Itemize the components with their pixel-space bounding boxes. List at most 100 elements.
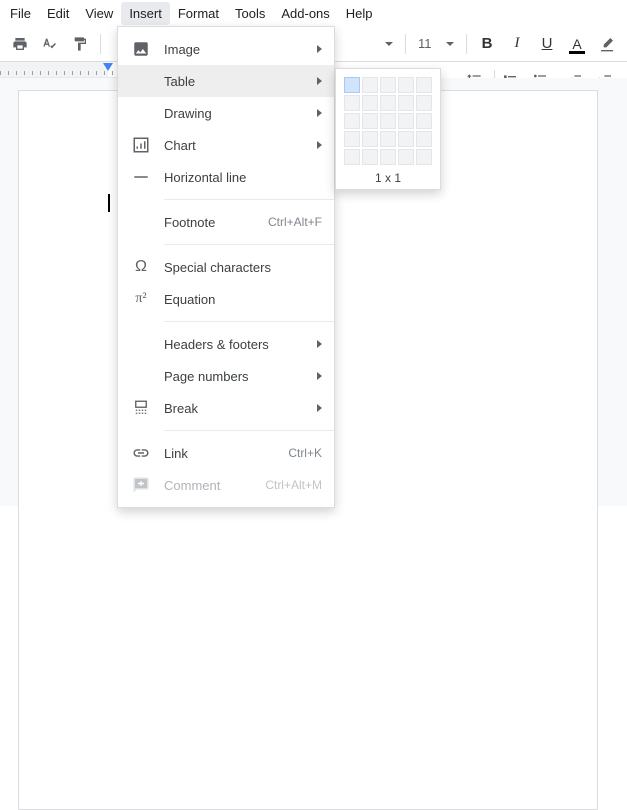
menu-item-label: Chart (164, 138, 317, 153)
menu-item-shortcut: Ctrl+Alt+M (265, 478, 322, 492)
submenu-arrow-icon (317, 372, 322, 380)
insert-menu-dropdown: Image Table Drawing Chart Horizontal lin… (117, 26, 335, 508)
table-grid-cell[interactable] (380, 149, 396, 165)
insert-page-numbers[interactable]: Page numbers (118, 360, 334, 392)
toolbar-separator (100, 34, 101, 54)
table-grid-cell[interactable] (362, 113, 378, 129)
table-grid-cell[interactable] (398, 77, 414, 93)
insert-break[interactable]: Break (118, 392, 334, 424)
insert-table[interactable]: Table (118, 65, 334, 97)
submenu-arrow-icon (317, 340, 322, 348)
submenu-arrow-icon (317, 45, 322, 53)
menu-view[interactable]: View (77, 2, 121, 25)
bold-button[interactable]: B (473, 30, 501, 58)
table-grid-cell[interactable] (416, 95, 432, 111)
menu-item-label: Equation (164, 292, 322, 307)
menu-help[interactable]: Help (338, 2, 381, 25)
table-grid-cell[interactable] (344, 149, 360, 165)
menu-format[interactable]: Format (170, 2, 227, 25)
menu-tools[interactable]: Tools (227, 2, 273, 25)
menu-item-label: Page numbers (164, 369, 317, 384)
italic-button[interactable]: I (503, 30, 531, 58)
table-grid-cell[interactable] (416, 113, 432, 129)
text-color-button[interactable]: A (563, 30, 591, 58)
text-cursor (108, 194, 110, 212)
menu-item-label: Table (164, 74, 317, 89)
insert-special-characters[interactable]: Ω Special characters (118, 251, 334, 283)
table-grid-cell[interactable] (380, 95, 396, 111)
menu-item-label: Footnote (164, 215, 268, 230)
menu-item-shortcut: Ctrl+K (288, 446, 322, 460)
menu-item-label: Break (164, 401, 317, 416)
drawing-icon (130, 103, 152, 123)
table-grid-cell[interactable] (398, 113, 414, 129)
font-size-selector[interactable]: 11 (412, 32, 460, 56)
spellcheck-button[interactable] (36, 30, 64, 58)
menu-separator (164, 244, 334, 245)
comment-icon (130, 475, 152, 495)
print-button[interactable] (6, 30, 34, 58)
table-grid-cell[interactable] (344, 77, 360, 93)
toolbar-separator (405, 34, 406, 54)
toolbar-separator (466, 34, 467, 54)
insert-image[interactable]: Image (118, 33, 334, 65)
link-icon (130, 443, 152, 463)
omega-icon: Ω (130, 257, 152, 277)
table-grid-cell[interactable] (398, 131, 414, 147)
menu-item-label: Special characters (164, 260, 322, 275)
underline-button[interactable]: U (533, 30, 561, 58)
insert-footnote[interactable]: Footnote Ctrl+Alt+F (118, 206, 334, 238)
table-grid-cell[interactable] (416, 77, 432, 93)
table-grid-cell[interactable] (344, 113, 360, 129)
chevron-down-icon (446, 42, 454, 46)
menu-item-label: Image (164, 42, 317, 57)
menu-insert[interactable]: Insert (121, 2, 170, 25)
table-grid-cell[interactable] (380, 113, 396, 129)
blank-icon (130, 334, 152, 354)
table-size-grid[interactable] (344, 77, 432, 165)
table-grid-cell[interactable] (344, 131, 360, 147)
table-grid-cell[interactable] (362, 149, 378, 165)
insert-chart[interactable]: Chart (118, 129, 334, 161)
menu-item-label: Comment (164, 478, 265, 493)
break-icon (130, 398, 152, 418)
table-size-picker: 1 x 1 (335, 68, 441, 190)
table-grid-cell[interactable] (398, 149, 414, 165)
table-grid-cell[interactable] (344, 95, 360, 111)
table-grid-cell[interactable] (416, 149, 432, 165)
submenu-arrow-icon (317, 404, 322, 412)
insert-horizontal-line[interactable]: Horizontal line (118, 161, 334, 193)
table-grid-cell[interactable] (380, 77, 396, 93)
ruler-ticks (0, 62, 120, 77)
insert-headers-footers[interactable]: Headers & footers (118, 328, 334, 360)
menu-addons[interactable]: Add-ons (273, 2, 337, 25)
blank-icon (130, 366, 152, 386)
table-grid-cell[interactable] (416, 131, 432, 147)
menu-file[interactable]: File (2, 2, 39, 25)
insert-drawing[interactable]: Drawing (118, 97, 334, 129)
highlight-color-button[interactable] (593, 30, 621, 58)
table-grid-cell[interactable] (362, 77, 378, 93)
image-icon (130, 39, 152, 59)
menu-edit[interactable]: Edit (39, 2, 77, 25)
menu-item-shortcut: Ctrl+Alt+F (268, 215, 322, 229)
zoom-selector[interactable] (379, 32, 399, 56)
submenu-arrow-icon (317, 77, 322, 85)
table-size-label: 1 x 1 (344, 171, 432, 185)
font-size-value: 11 (418, 36, 432, 51)
insert-equation[interactable]: π² Equation (118, 283, 334, 315)
chevron-down-icon (385, 42, 393, 46)
ruler-indent-marker[interactable] (103, 63, 113, 71)
hr-icon (130, 167, 152, 187)
table-grid-cell[interactable] (362, 95, 378, 111)
insert-link[interactable]: Link Ctrl+K (118, 437, 334, 469)
menu-item-label: Horizontal line (164, 170, 322, 185)
menu-separator (164, 321, 334, 322)
table-grid-cell[interactable] (380, 131, 396, 147)
chart-icon (130, 135, 152, 155)
insert-comment: Comment Ctrl+Alt+M (118, 469, 334, 501)
pi-icon: π² (130, 289, 152, 309)
table-grid-cell[interactable] (362, 131, 378, 147)
paint-format-button[interactable] (66, 30, 94, 58)
table-grid-cell[interactable] (398, 95, 414, 111)
